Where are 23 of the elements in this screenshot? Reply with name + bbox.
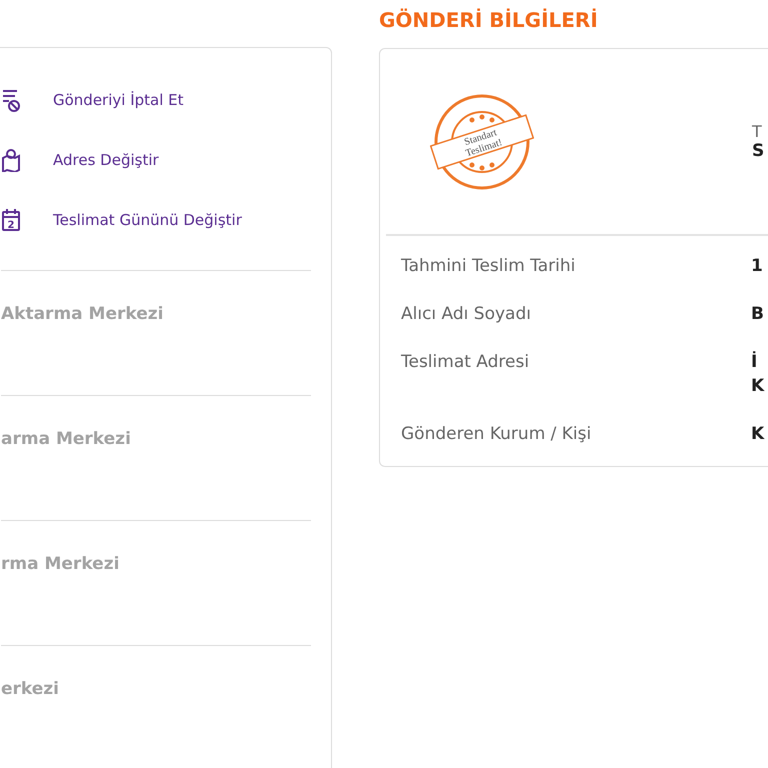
calendar-icon: 2	[1, 208, 21, 232]
action-link[interactable]: Gönderiyi İptal Et	[1, 70, 311, 130]
action-link[interactable]: Adres Değiştir	[1, 130, 311, 190]
detail-label: Gönderen Kurum / Kişi	[401, 424, 592, 444]
detail-value: B	[751, 304, 764, 324]
transfer-center-name: arma Merkezi	[1, 429, 131, 449]
detail-value: 1	[751, 256, 763, 276]
detail-label: Alıcı Adı Soyadı	[401, 304, 532, 324]
detail-value: K	[751, 376, 764, 396]
detail-label: Teslimat Adresi	[401, 352, 530, 374]
delivery-type-value: S	[752, 141, 764, 161]
section-title: GÖNDERİ BİLGİLERİ	[379, 7, 599, 34]
transfer-center-name: rma Merkezi	[1, 554, 120, 574]
cancel-shipment-icon	[1, 88, 21, 112]
transfer-center-name: Aktarma Merkezi	[1, 304, 164, 324]
detail-label: Tahmini Teslim Tarihi	[401, 256, 576, 276]
transfer-center-name: erkezi	[1, 679, 60, 699]
delivery-type-label: T	[752, 122, 763, 141]
detail-value: K	[751, 424, 764, 444]
action-link[interactable]: 2 Teslimat Gününü Değiştir	[1, 190, 311, 250]
stamp-drawing: Standart Teslimat!	[430, 92, 534, 190]
detail-value: İ	[751, 352, 758, 372]
map-pin-icon	[1, 148, 21, 172]
